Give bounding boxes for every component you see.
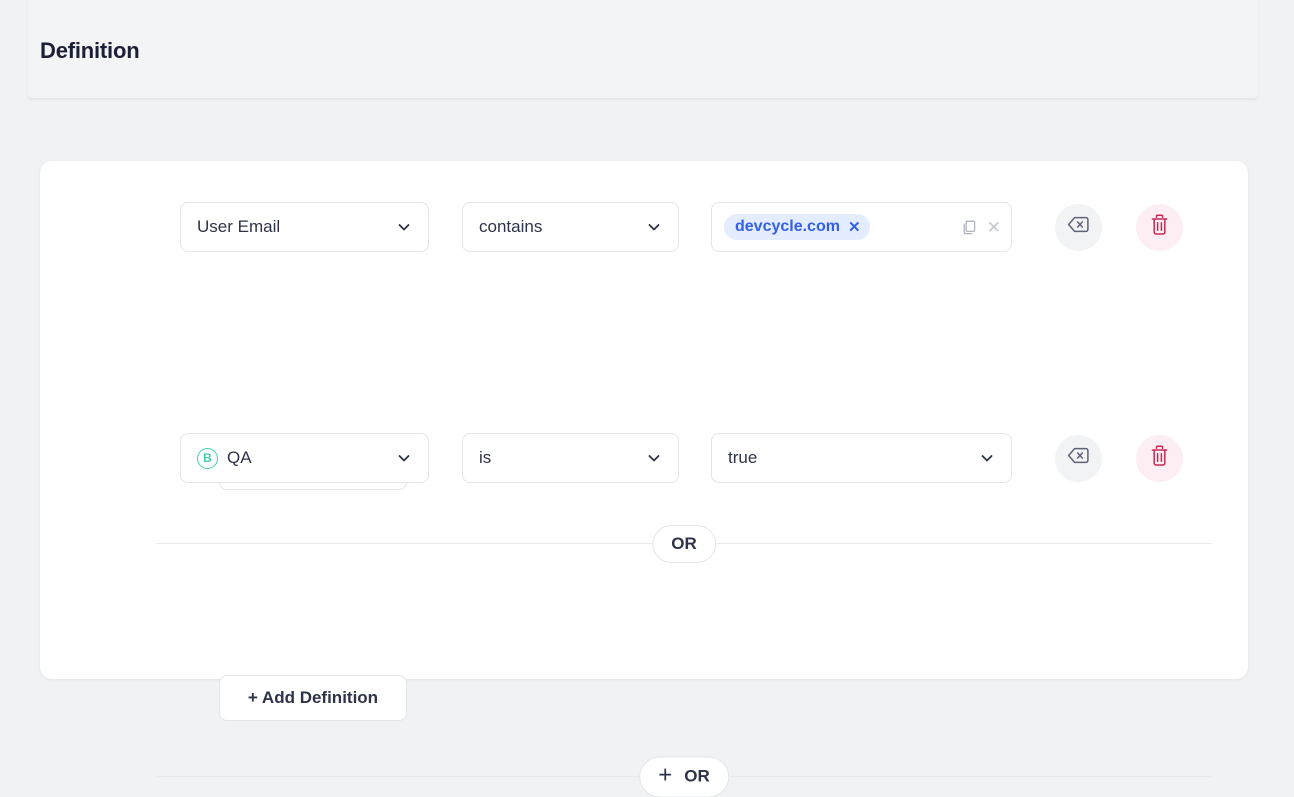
copy-icon[interactable] bbox=[961, 219, 978, 236]
boolean-type-icon: B bbox=[197, 448, 218, 469]
definition-row-1: User Email contains dev bbox=[180, 202, 1183, 252]
plus-icon: + bbox=[658, 764, 672, 788]
add-or-button[interactable]: + OR bbox=[639, 756, 729, 797]
tag-input-tools: ✕ bbox=[961, 219, 1001, 236]
value-tag-input-1[interactable]: devcycle.com ✕ ✕ bbox=[711, 202, 1012, 252]
attribute-select-2[interactable]: B QA bbox=[180, 433, 429, 483]
add-or-divider: + OR bbox=[156, 776, 1212, 777]
row-actions-1 bbox=[1055, 204, 1183, 251]
clear-definition-button-2[interactable] bbox=[1055, 435, 1102, 482]
value-select-label-2: true bbox=[728, 448, 971, 468]
trash-icon bbox=[1149, 445, 1170, 472]
add-or-label: OR bbox=[684, 767, 710, 787]
attribute-select-1[interactable]: User Email bbox=[180, 202, 429, 252]
page-title: Definition bbox=[40, 38, 139, 64]
value-tag-label: devcycle.com bbox=[735, 218, 840, 236]
attribute-select-label-1: User Email bbox=[197, 217, 388, 237]
chevron-down-icon bbox=[979, 450, 995, 466]
backspace-icon bbox=[1067, 215, 1090, 239]
or-separator-divider: OR bbox=[156, 543, 1212, 544]
clear-icon[interactable]: ✕ bbox=[987, 219, 1001, 236]
add-definition-button-2[interactable]: + Add Definition bbox=[219, 675, 407, 721]
chevron-down-icon bbox=[646, 450, 662, 466]
clear-definition-button-1[interactable] bbox=[1055, 204, 1102, 251]
attribute-select-label-2: QA bbox=[227, 448, 388, 468]
operator-select-1[interactable]: contains bbox=[462, 202, 679, 252]
delete-definition-button-1[interactable] bbox=[1136, 204, 1183, 251]
definition-header-panel: Definition bbox=[28, 0, 1258, 98]
operator-select-2[interactable]: is bbox=[462, 433, 679, 483]
operator-select-label-1: contains bbox=[479, 217, 638, 237]
backspace-icon bbox=[1067, 446, 1090, 470]
definition-card: User Email contains dev bbox=[40, 161, 1248, 679]
value-select-2[interactable]: true bbox=[711, 433, 1012, 483]
value-tag-devcycle-com: devcycle.com ✕ bbox=[724, 214, 870, 240]
chevron-down-icon bbox=[396, 219, 412, 235]
or-separator-badge: OR bbox=[652, 525, 716, 563]
trash-icon bbox=[1149, 214, 1170, 241]
chevron-down-icon bbox=[646, 219, 662, 235]
definition-row-2: B QA is true bbox=[180, 433, 1183, 483]
row-actions-2 bbox=[1055, 435, 1183, 482]
operator-select-label-2: is bbox=[479, 448, 638, 468]
tag-remove-icon[interactable]: ✕ bbox=[848, 220, 861, 235]
delete-definition-button-2[interactable] bbox=[1136, 435, 1183, 482]
chevron-down-icon bbox=[396, 450, 412, 466]
